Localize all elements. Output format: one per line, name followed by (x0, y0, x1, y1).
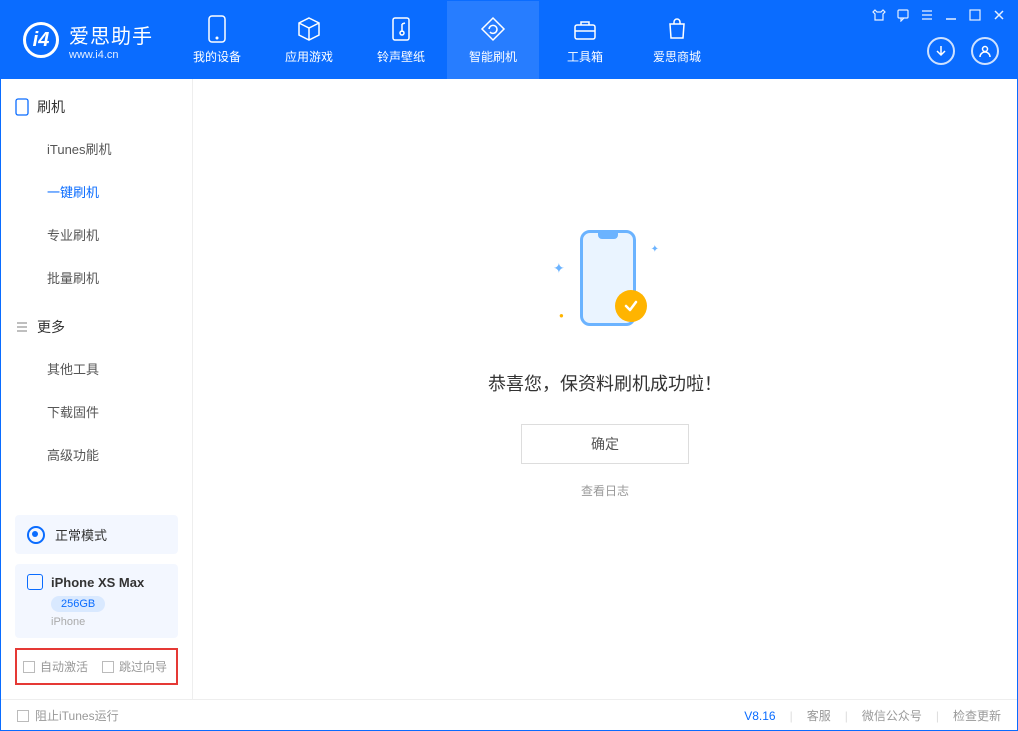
block-itunes-checkbox[interactable]: 阻止iTunes运行 (17, 707, 119, 724)
version-text: V8.16 (744, 709, 775, 723)
mode-box[interactable]: 正常模式 (15, 515, 178, 554)
sidebar: 刷机 iTunes刷机 一键刷机 专业刷机 批量刷机 更多 其他工具 下载固件 … (1, 79, 193, 699)
success-illustration: ✦ ✦ ● (545, 220, 665, 340)
download-button[interactable] (927, 37, 955, 65)
cube-icon (296, 16, 322, 42)
sparkle-icon: ✦ (553, 260, 565, 277)
nav-ringtones[interactable]: 铃声壁纸 (355, 1, 447, 79)
skin-icon[interactable] (871, 7, 887, 23)
nav-my-device[interactable]: 我的设备 (171, 1, 263, 79)
close-icon[interactable] (991, 7, 1007, 23)
section-title-text: 更多 (37, 317, 65, 337)
sidebar-section-more: 更多 (1, 299, 192, 347)
highlighted-checkbox-row: 自动激活 跳过向导 (15, 648, 178, 685)
app-subtitle: www.i4.cn (69, 49, 153, 61)
menu-icon[interactable] (919, 7, 935, 23)
confirm-button[interactable]: 确定 (521, 424, 689, 464)
top-nav: 我的设备 应用游戏 铃声壁纸 智能刷机 工具箱 爱思商城 (171, 1, 723, 79)
nav-label: 工具箱 (567, 48, 603, 65)
view-log-link[interactable]: 查看日志 (581, 482, 629, 499)
nav-label: 智能刷机 (469, 48, 517, 65)
sidebar-item-download-firmware[interactable]: 下载固件 (47, 390, 192, 433)
mode-icon (27, 526, 45, 544)
device-box[interactable]: iPhone XS Max 256GB iPhone (15, 564, 178, 638)
device-small-icon (27, 574, 43, 590)
phone-small-icon (15, 98, 29, 116)
main-body: 刷机 iTunes刷机 一键刷机 专业刷机 批量刷机 更多 其他工具 下载固件 … (1, 79, 1017, 699)
sidebar-section-flash: 刷机 (1, 79, 192, 127)
device-type: iPhone (51, 616, 166, 628)
device-icon (204, 16, 230, 42)
mode-label: 正常模式 (55, 525, 107, 544)
checkbox-icon (23, 661, 35, 673)
checkbox-label: 自动激活 (40, 658, 88, 675)
device-name: iPhone XS Max (51, 575, 144, 590)
nav-label: 铃声壁纸 (377, 48, 425, 65)
nav-toolbox[interactable]: 工具箱 (539, 1, 631, 79)
nav-label: 我的设备 (193, 48, 241, 65)
refresh-icon (480, 16, 506, 42)
nav-label: 应用游戏 (285, 48, 333, 65)
success-message: 恭喜您，保资料刷机成功啦！ (488, 370, 722, 396)
logo-area: i4 爱思助手 www.i4.cn (1, 1, 171, 79)
wechat-link[interactable]: 微信公众号 (862, 707, 922, 724)
header-actions (927, 37, 999, 65)
checkbox-icon (102, 661, 114, 673)
toolbox-icon (572, 16, 598, 42)
sidebar-item-advanced[interactable]: 高级功能 (47, 433, 192, 476)
user-button[interactable] (971, 37, 999, 65)
nav-smart-flash[interactable]: 智能刷机 (447, 1, 539, 79)
nav-label: 爱思商城 (653, 48, 701, 65)
logo-icon: i4 (23, 22, 59, 58)
app-header: i4 爱思助手 www.i4.cn 我的设备 应用游戏 铃声壁纸 智能刷机 工具… (1, 1, 1017, 79)
sparkle-icon: ✦ (651, 244, 659, 255)
footer: 阻止iTunes运行 V8.16 | 客服 | 微信公众号 | 检查更新 (1, 699, 1017, 731)
list-icon (15, 320, 29, 334)
skip-guide-checkbox[interactable]: 跳过向导 (102, 658, 167, 675)
sidebar-item-other-tools[interactable]: 其他工具 (47, 347, 192, 390)
sidebar-item-oneclick-flash[interactable]: 一键刷机 (47, 170, 192, 213)
window-controls (871, 7, 1007, 23)
checkbox-icon (17, 710, 29, 722)
nav-apps-games[interactable]: 应用游戏 (263, 1, 355, 79)
minimize-icon[interactable] (943, 7, 959, 23)
music-icon (388, 16, 414, 42)
sidebar-item-batch-flash[interactable]: 批量刷机 (47, 256, 192, 299)
section-title-text: 刷机 (37, 97, 65, 117)
shop-icon (664, 16, 690, 42)
device-storage-badge: 256GB (51, 596, 105, 612)
check-badge-icon (615, 290, 647, 322)
support-link[interactable]: 客服 (807, 707, 831, 724)
app-title: 爱思助手 (69, 20, 153, 49)
check-update-link[interactable]: 检查更新 (953, 707, 1001, 724)
sparkle-icon: ● (559, 311, 564, 320)
checkbox-label: 跳过向导 (119, 658, 167, 675)
main-content: ✦ ✦ ● 恭喜您，保资料刷机成功啦！ 确定 查看日志 (193, 79, 1017, 699)
maximize-icon[interactable] (967, 7, 983, 23)
nav-shop[interactable]: 爱思商城 (631, 1, 723, 79)
sidebar-item-pro-flash[interactable]: 专业刷机 (47, 213, 192, 256)
checkbox-label: 阻止iTunes运行 (35, 707, 119, 724)
feedback-icon[interactable] (895, 7, 911, 23)
sidebar-item-itunes-flash[interactable]: iTunes刷机 (47, 127, 192, 170)
auto-activate-checkbox[interactable]: 自动激活 (23, 658, 88, 675)
